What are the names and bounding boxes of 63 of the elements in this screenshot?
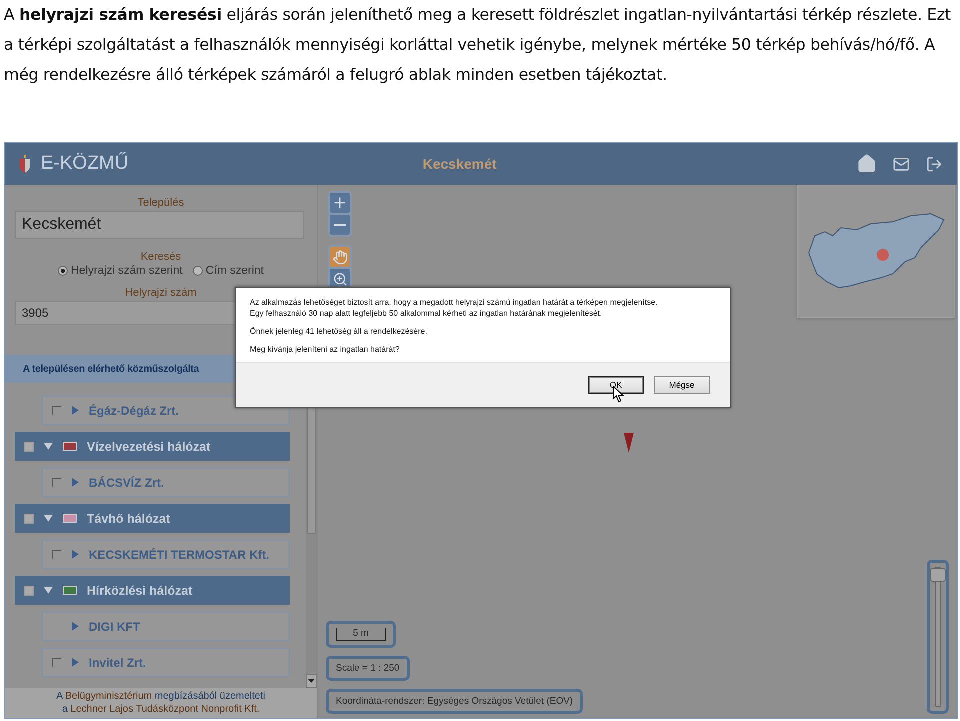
mouse-cursor-icon bbox=[613, 386, 624, 403]
intro-paragraph: A helyrajzi szám keresési eljárás során jeleníthető meg a keresett földrészlet ingatlan-nyilvántartási térkép részlete. Ezt a térképi szolgáltatást a felhasználók mennyiségi korláttal vehetik igénybe, melynek mértéke 50 térkép behívás/hó/fő. A még rendelkezésre álló térképek számáról a felugró ablak minden esetben tájékoztat. bbox=[3, 4, 952, 86]
zoom-out-button[interactable] bbox=[330, 215, 350, 235]
footer-link[interactable]: Belügyminisztérium bbox=[65, 691, 152, 702]
scale-label: Scale = 1 : 250 bbox=[326, 656, 410, 681]
home-icon[interactable] bbox=[857, 154, 877, 174]
scale-bar: 5 m bbox=[326, 621, 396, 648]
settlement-field[interactable]: Kecskemét bbox=[15, 211, 304, 239]
dialog-text: Az alkalmazás lehetőséget biztosít arra, hogy a megadott helyrajzi számú ingatlan határát a térképen megjelenítse. bbox=[250, 298, 659, 307]
mail-icon[interactable] bbox=[893, 156, 910, 172]
layer-group[interactable]: Hírközlési hálózat bbox=[15, 576, 290, 605]
collapse-arrow-icon bbox=[44, 515, 53, 522]
dialog-text: Egy felhasználó 30 nap alatt legfeljebb 50 alkalommal kérheti az ingatlan határának megjelenítését. bbox=[250, 309, 604, 318]
parcel-number-field[interactable]: 3905 bbox=[15, 301, 237, 325]
checkbox[interactable] bbox=[24, 514, 34, 524]
app-logo: E-KÖZMŰ bbox=[41, 153, 129, 175]
field-label: Keresés bbox=[140, 251, 182, 263]
overview-map[interactable] bbox=[797, 185, 955, 318]
magnifier-icon bbox=[332, 272, 348, 286]
down-arrow-icon[interactable] bbox=[308, 679, 315, 683]
dialog-text: Meg kívánja jeleníteni az ingatlan határát? bbox=[250, 345, 401, 354]
map-pin-icon bbox=[624, 433, 634, 453]
checkbox[interactable] bbox=[52, 658, 62, 668]
expand-arrow-icon bbox=[72, 622, 79, 631]
checkbox[interactable] bbox=[52, 478, 62, 488]
coordinate-system-label: Koordináta-rendszer: Egységes Országos Vetület (EOV) bbox=[326, 689, 584, 714]
plus-icon bbox=[332, 195, 348, 211]
zoom-slider[interactable] bbox=[927, 560, 949, 714]
expand-arrow-icon bbox=[72, 550, 79, 559]
expand-arrow-icon bbox=[72, 406, 79, 415]
zoom-in-button[interactable] bbox=[330, 193, 350, 213]
layer-group[interactable]: Távhő hálózat bbox=[15, 504, 290, 533]
layer-item[interactable]: BÁCSVÍZ Zrt. bbox=[42, 468, 290, 497]
logout-icon[interactable] bbox=[926, 156, 943, 172]
checkbox[interactable] bbox=[24, 442, 34, 452]
hand-icon bbox=[332, 250, 348, 264]
footer-text: A Belügyminisztérium megbízásából üzemelteti bbox=[56, 690, 266, 703]
zoom-tool-button[interactable] bbox=[330, 269, 350, 289]
layer-group[interactable]: Vízelvezetési hálózat bbox=[15, 432, 290, 461]
collapse-arrow-icon bbox=[44, 443, 53, 450]
radio-option[interactable]: Cím szerint bbox=[192, 265, 264, 277]
collapse-arrow-icon bbox=[44, 587, 53, 594]
expand-arrow-icon bbox=[72, 658, 79, 667]
layer-item[interactable]: Invitel Zrt. bbox=[42, 648, 290, 677]
checkbox[interactable] bbox=[52, 406, 62, 416]
dialog-button[interactable]: Mégse bbox=[654, 376, 710, 394]
layer-item[interactable]: Égáz-Dégáz Zrt. bbox=[42, 396, 290, 425]
radio-dot[interactable] bbox=[192, 266, 203, 276]
layer-item[interactable]: DIGI KFT bbox=[42, 612, 290, 641]
dialog-text: Önnek jelenleg 41 lehetőség áll a rendelkezésére. bbox=[250, 327, 428, 336]
footer-link[interactable]: Lechner Lajos Tudásközpont Nonprofit Kft. bbox=[70, 704, 260, 715]
field-label: Település bbox=[138, 197, 184, 209]
minus-icon bbox=[334, 224, 346, 226]
coat-of-arms-icon bbox=[19, 155, 31, 173]
slider-thumb[interactable] bbox=[930, 568, 946, 582]
checkbox[interactable] bbox=[52, 550, 62, 560]
radio-option[interactable]: Helyrajzi szám szerint bbox=[58, 265, 183, 277]
checkbox[interactable] bbox=[24, 586, 34, 596]
expand-arrow-icon bbox=[72, 478, 79, 487]
field-label: Helyrajzi szám bbox=[125, 287, 197, 299]
footer-text: a Lechner Lajos Tudásközpont Nonprofit Kft. bbox=[62, 703, 260, 716]
layer-item[interactable]: KECSKEMÉTI TERMOSTAR Kft. bbox=[42, 540, 290, 569]
radio-dot[interactable] bbox=[58, 266, 68, 276]
